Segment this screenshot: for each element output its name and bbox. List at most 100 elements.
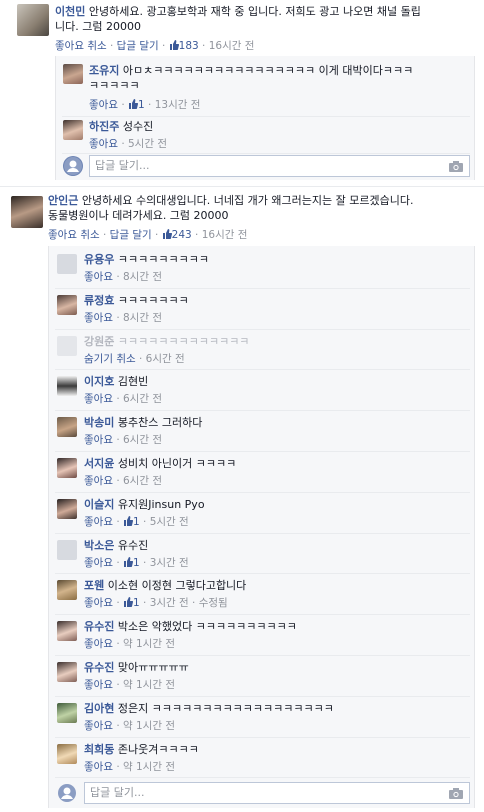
unlike-link[interactable]: 좋아요 취소 (55, 40, 107, 52)
reply-actions: 숨기기 취소 · 6시간 전 (84, 352, 185, 365)
reply-actions: 좋아요 · 8시간 전 (84, 311, 162, 324)
camera-icon[interactable] (449, 161, 463, 172)
avatar[interactable] (57, 335, 77, 356)
reply-text: 봉추찬스 그러하다 (114, 416, 203, 430)
avatar[interactable] (11, 196, 43, 228)
reply-actions: 좋아요 · 약 1시간 전 (84, 760, 175, 773)
like-link[interactable]: 좋아요 (84, 475, 113, 487)
reply-link[interactable]: 답글 달기 (117, 40, 159, 52)
reply-author[interactable]: 유수진 (84, 620, 114, 633)
like-link[interactable]: 좋아요 (84, 557, 113, 569)
divider (0, 186, 484, 187)
reply-text: 김현빈 (114, 375, 149, 389)
timestamp[interactable]: 6시간 전 (146, 353, 185, 365)
reply-body: 포웬 이소현 이정현 그렇다고합니다 (84, 578, 469, 593)
reply-text: ㅋㅋㅋㅋㅋㅋㅋㅋㅋ (114, 253, 209, 266)
reply-link[interactable]: 답글 달기 (110, 229, 152, 241)
timestamp[interactable]: 3시간 전 (150, 597, 189, 609)
avatar[interactable] (57, 702, 77, 723)
reply-author[interactable]: 강원준 (84, 335, 114, 348)
avatar[interactable] (57, 498, 77, 519)
timestamp[interactable]: 6시간 전 (123, 475, 162, 487)
avatar[interactable] (57, 539, 77, 560)
avatar[interactable] (57, 417, 77, 438)
reply-author[interactable]: 포웬 (84, 579, 104, 592)
reply-actions: 좋아요 · 8시간 전 (84, 271, 162, 283)
reply-author[interactable]: 박소은 (84, 539, 114, 552)
reply-input[interactable]: 답글 달기... (84, 782, 470, 805)
reply-body: 조유지 아ㅁㅊㅋㅋㅋㅋㅋㅋㅋㅋㅋㅋㅋㅋㅋㅋㅋㅋ 이게 대박이다ㅋㅋㅋ ㅋㅋㅋㅋㅋ (89, 64, 414, 92)
reply-actions: 좋아요 · 5시간 전 (89, 138, 167, 150)
like-link[interactable]: 좋아요 (84, 271, 113, 283)
like-count[interactable]: 1 (128, 99, 145, 111)
comment-author[interactable]: 이천민 (55, 5, 85, 18)
timestamp[interactable]: 6시간 전 (123, 393, 162, 405)
reply-author[interactable]: 김아현 (84, 702, 114, 715)
avatar[interactable] (63, 64, 83, 84)
reply-author[interactable]: 박송미 (84, 416, 114, 429)
thumbs-up-icon (123, 515, 133, 526)
reply-author[interactable]: 최희동 (84, 743, 114, 756)
avatar[interactable] (17, 4, 49, 36)
timestamp[interactable]: 16시간 전 (202, 229, 248, 241)
avatar[interactable] (57, 458, 77, 478)
reply-author[interactable]: 이지호 (84, 375, 114, 388)
reply-author[interactable]: 유용우 (84, 253, 114, 266)
like-link[interactable]: 좋아요 (84, 516, 113, 528)
reply-author[interactable]: 이슬지 (84, 498, 114, 511)
like-link[interactable]: 좋아요 (84, 761, 113, 773)
reply-text: 맞아ㅠㅠㅠㅠㅠ (114, 661, 189, 674)
edited-label[interactable]: 수정됨 (199, 597, 228, 609)
timestamp[interactable]: 3시간 전 (150, 557, 189, 569)
like-link[interactable]: 좋아요 (84, 720, 113, 732)
timestamp[interactable]: 16시간 전 (209, 40, 255, 52)
reply-actions: 좋아요 · 6시간 전 (84, 475, 162, 487)
avatar[interactable] (57, 376, 77, 397)
comment-author[interactable]: 안인근 (48, 194, 78, 207)
like-link[interactable]: 좋아요 (84, 597, 113, 609)
unlike-link[interactable]: 좋아요 취소 (48, 229, 100, 241)
like-count[interactable]: 183 (169, 40, 199, 52)
reply-text: 박소은 악했었다 ㅋㅋㅋㅋㅋㅋㅋㅋㅋㅋ (114, 620, 297, 634)
like-count[interactable]: 243 (162, 229, 192, 241)
avatar[interactable] (63, 120, 83, 140)
replies-container: 조유지 아ㅁㅊㅋㅋㅋㅋㅋㅋㅋㅋㅋㅋㅋㅋㅋㅋㅋㅋ 이게 대박이다ㅋㅋㅋ ㅋㅋㅋㅋㅋ… (55, 56, 475, 180)
like-link[interactable]: 좋아요 (84, 393, 113, 405)
like-count[interactable]: 1 (123, 515, 140, 528)
avatar[interactable] (57, 662, 77, 682)
timestamp[interactable]: 약 1시간 전 (123, 638, 175, 650)
like-count[interactable]: 1 (123, 597, 140, 609)
like-link[interactable]: 좋아요 (84, 434, 113, 446)
timestamp[interactable]: 8시간 전 (123, 312, 162, 324)
timestamp[interactable]: 약 1시간 전 (123, 720, 175, 732)
avatar[interactable] (57, 621, 77, 642)
timestamp[interactable]: 5시간 전 (150, 516, 189, 528)
like-link[interactable]: 숨기기 취소 (84, 353, 136, 365)
comment-text: 안녕하세요. 광고홍보학과 재학 중 입니다. 저희도 광고 나오면 채널 돌립 (85, 5, 421, 18)
avatar[interactable] (57, 743, 77, 764)
reply-author[interactable]: 유수진 (84, 661, 114, 674)
camera-icon[interactable] (449, 788, 463, 800)
timestamp[interactable]: 8시간 전 (123, 271, 162, 283)
like-link[interactable]: 좋아요 (84, 638, 113, 650)
divider (55, 777, 470, 779)
timestamp[interactable]: 약 1시간 전 (123, 761, 175, 773)
like-count[interactable]: 1 (123, 556, 140, 569)
reply-text: 유수진 (114, 538, 149, 552)
avatar[interactable] (57, 294, 77, 315)
reply-author[interactable]: 하진주 (89, 120, 119, 133)
like-link[interactable]: 좋아요 (89, 138, 118, 150)
like-link[interactable]: 좋아요 (84, 679, 113, 691)
reply-author[interactable]: 류정효 (84, 294, 114, 307)
like-link[interactable]: 좋아요 (84, 312, 113, 324)
avatar[interactable] (57, 254, 77, 274)
timestamp[interactable]: 약 1시간 전 (123, 679, 175, 691)
like-link[interactable]: 좋아요 (89, 99, 118, 111)
timestamp[interactable]: 6시간 전 (123, 434, 162, 446)
reply-author[interactable]: 서지윤 (84, 457, 114, 470)
reply-author[interactable]: 조유지 (89, 64, 119, 77)
reply-body: 류정효 ㅋㅋㅋㅋㅋㅋㅋ (84, 293, 469, 308)
avatar[interactable] (57, 580, 77, 601)
reply-input[interactable]: 답글 달기... (89, 155, 470, 177)
thumbs-up-icon (123, 556, 133, 567)
